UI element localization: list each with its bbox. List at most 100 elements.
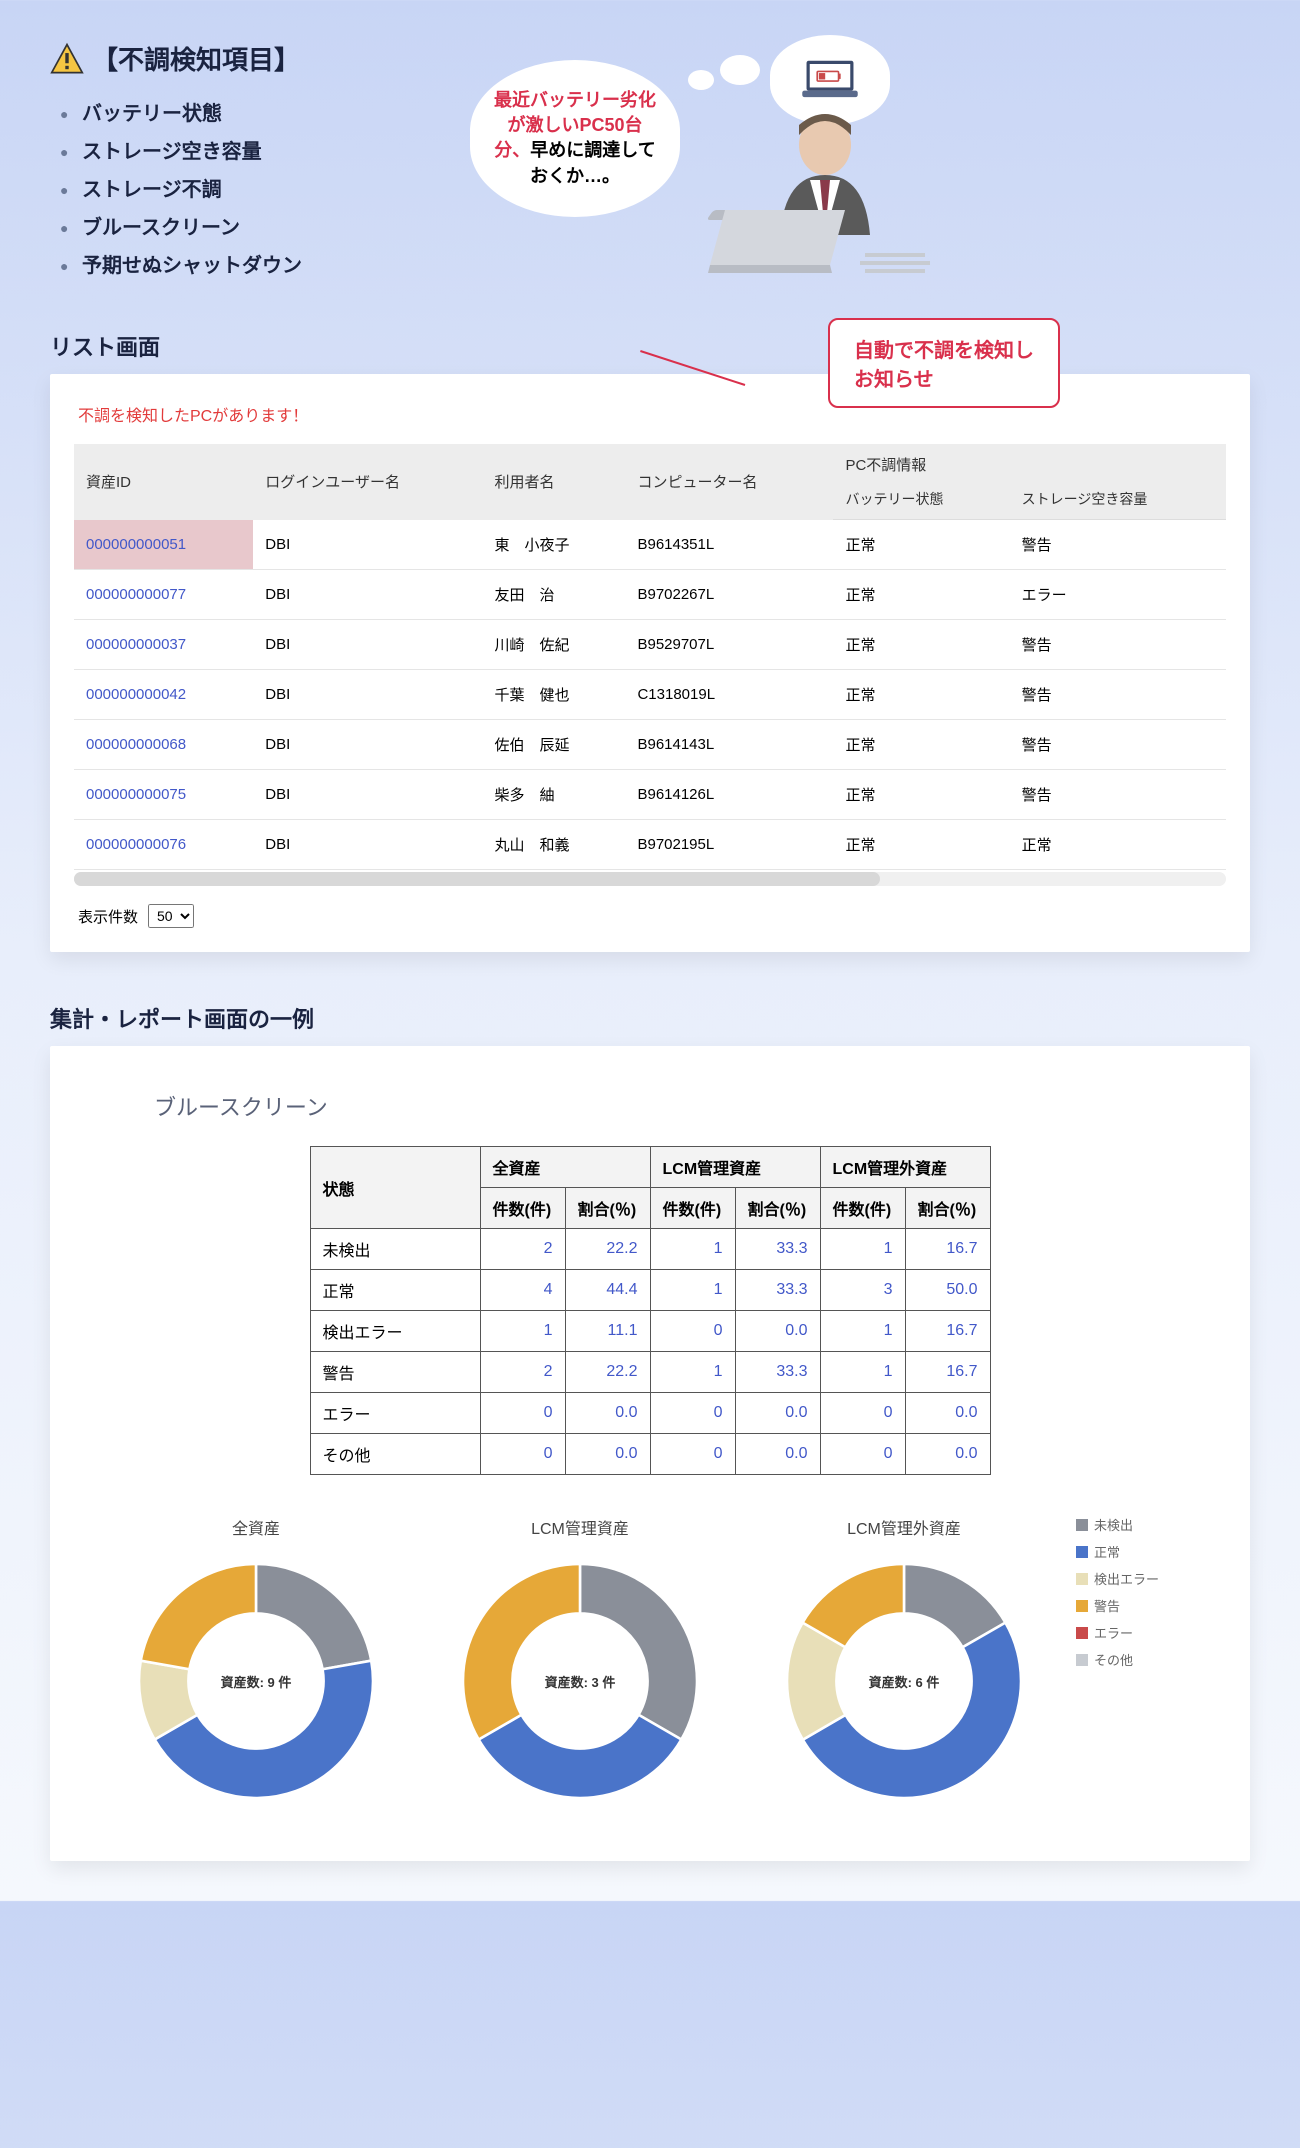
stat-value: 0.0: [905, 1393, 990, 1434]
stat-value: 1: [820, 1311, 905, 1352]
stat-col-group: LCM管理外資産: [820, 1147, 990, 1188]
col-user-name[interactable]: 利用者名: [482, 444, 625, 520]
stat-value: 1: [650, 1352, 735, 1393]
stat-label: エラー: [310, 1393, 480, 1434]
stat-value: 0.0: [735, 1393, 820, 1434]
cell-login: DBI: [253, 620, 482, 670]
col-computer-name[interactable]: コンピューター名: [625, 444, 833, 520]
table-row[interactable]: 000000000076DBI丸山 和義B9702195L正常正常: [74, 820, 1226, 870]
col-pc-fault[interactable]: PC不調情報: [833, 444, 1226, 485]
cell-user: 千葉 健也: [482, 670, 625, 720]
asset-id-link[interactable]: 000000000076: [86, 836, 186, 853]
stat-value: 1: [820, 1352, 905, 1393]
stat-value: 16.7: [905, 1352, 990, 1393]
stat-value: 33.3: [735, 1229, 820, 1270]
cell-storage: 警告: [1010, 720, 1226, 770]
cell-login: DBI: [253, 570, 482, 620]
cell-login: DBI: [253, 670, 482, 720]
stat-value: 1: [650, 1229, 735, 1270]
cell-computer: B9529707L: [625, 620, 833, 670]
stat-col-state: 状態: [310, 1147, 480, 1229]
table-row[interactable]: 000000000042DBI千葉 健也C1318019L正常警告: [74, 670, 1226, 720]
detection-item: バッテリー状態: [60, 95, 430, 133]
table-row[interactable]: 000000000077DBI友田 治B9702267L正常エラー: [74, 570, 1226, 620]
cell-user: 東 小夜子: [482, 520, 625, 570]
stat-label: 未検出: [310, 1229, 480, 1270]
cell-battery: 正常: [833, 620, 1009, 670]
cell-computer: B9702195L: [625, 820, 833, 870]
stat-value: 0: [650, 1311, 735, 1352]
stat-value: 11.1: [565, 1311, 650, 1352]
stat-table: 状態 全資産 LCM管理資産 LCM管理外資産 件数(件) 割合(％) 件数(件…: [310, 1146, 991, 1475]
detection-item: ストレージ不調: [60, 171, 430, 209]
stat-value: 3: [820, 1270, 905, 1311]
cell-login: DBI: [253, 820, 482, 870]
table-row[interactable]: 000000000068DBI佐伯 辰延B9614143L正常警告: [74, 720, 1226, 770]
donut-chart-nonlcm: LCM管理外資産 資産数: 6 件: [752, 1515, 1056, 1811]
stat-value: 0: [650, 1434, 735, 1475]
stat-value: 33.3: [735, 1352, 820, 1393]
cell-storage: 正常: [1010, 820, 1226, 870]
stat-value: 0.0: [905, 1434, 990, 1475]
stat-value: 0: [480, 1393, 565, 1434]
page-size-select[interactable]: 50: [148, 904, 194, 928]
table-row[interactable]: 000000000051DBI東 小夜子B9614351L正常警告: [74, 520, 1226, 570]
col-storage[interactable]: ストレージ空き容量: [1010, 485, 1226, 520]
asset-id-link[interactable]: 000000000075: [86, 786, 186, 803]
stat-row: 正常444.4133.3350.0: [310, 1270, 990, 1311]
col-asset-id[interactable]: 資産ID: [74, 444, 253, 520]
table-row[interactable]: 000000000037DBI川崎 佐紀B9529707L正常警告: [74, 620, 1226, 670]
legend-item: エラー: [1076, 1623, 1196, 1642]
cell-computer: B9702267L: [625, 570, 833, 620]
table-row[interactable]: 000000000075DBI柴多 紬B9614126L正常警告: [74, 770, 1226, 820]
asset-id-link[interactable]: 000000000077: [86, 586, 186, 603]
legend-item: 警告: [1076, 1596, 1196, 1615]
cell-user: 柴多 紬: [482, 770, 625, 820]
stat-value: 22.2: [565, 1229, 650, 1270]
stat-value: 1: [480, 1311, 565, 1352]
horizontal-scrollbar[interactable]: [74, 872, 1226, 886]
stat-value: 33.3: [735, 1270, 820, 1311]
stat-label: その他: [310, 1434, 480, 1475]
stat-value: 1: [820, 1229, 905, 1270]
cell-storage: エラー: [1010, 570, 1226, 620]
legend-item: その他: [1076, 1650, 1196, 1669]
cell-login: DBI: [253, 720, 482, 770]
col-battery[interactable]: バッテリー状態: [833, 485, 1009, 520]
pager-label: 表示件数: [78, 906, 138, 927]
col-login-user[interactable]: ログインユーザー名: [253, 444, 482, 520]
stat-value: 0.0: [735, 1311, 820, 1352]
person-icon: [670, 95, 970, 295]
cell-battery: 正常: [833, 770, 1009, 820]
asset-id-link[interactable]: 000000000042: [86, 686, 186, 703]
asset-id-link[interactable]: 000000000068: [86, 736, 186, 753]
stat-col-count: 件数(件): [650, 1188, 735, 1229]
stat-row: その他00.000.000.0: [310, 1434, 990, 1475]
asset-id-link[interactable]: 000000000037: [86, 636, 186, 653]
detection-item: ブルースクリーン: [60, 209, 430, 247]
cell-battery: 正常: [833, 520, 1009, 570]
asset-id-link[interactable]: 000000000051: [86, 536, 186, 553]
stat-col-group: LCM管理資産: [650, 1147, 820, 1188]
illustration: 最近バッテリー劣化が激しいPC50台分、早めに調達しておくか…。: [470, 40, 1250, 300]
stat-value: 0: [480, 1434, 565, 1475]
stat-value: 0.0: [565, 1434, 650, 1475]
detection-list: バッテリー状態 ストレージ空き容量 ストレージ不調 ブルースクリーン 予期せぬシ…: [50, 95, 430, 285]
warning-icon: [50, 42, 84, 76]
stat-value: 0: [820, 1393, 905, 1434]
legend-item: 未検出: [1076, 1515, 1196, 1534]
cell-computer: B9614143L: [625, 720, 833, 770]
stat-col-count: 件数(件): [820, 1188, 905, 1229]
stat-label: 正常: [310, 1270, 480, 1311]
stat-value: 0: [650, 1393, 735, 1434]
cell-storage: 警告: [1010, 620, 1226, 670]
stat-value: 0: [820, 1434, 905, 1475]
callout-bubble: 自動で不調を検知し お知らせ: [828, 318, 1060, 408]
stat-value: 2: [480, 1229, 565, 1270]
stat-col-group: 全資産: [480, 1147, 650, 1188]
cell-login: DBI: [253, 520, 482, 570]
stat-col-count: 件数(件): [480, 1188, 565, 1229]
stat-value: 0.0: [565, 1393, 650, 1434]
stat-value: 44.4: [565, 1270, 650, 1311]
stat-label: 検出エラー: [310, 1311, 480, 1352]
